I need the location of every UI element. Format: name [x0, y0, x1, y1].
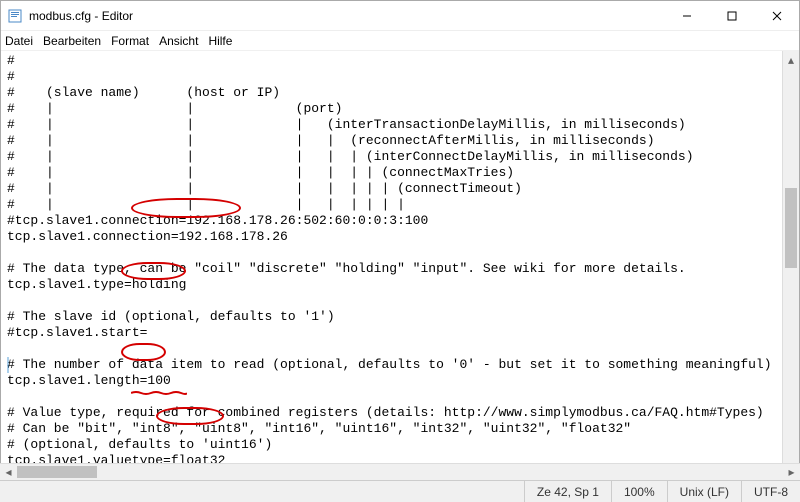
scroll-track[interactable]: [783, 68, 799, 462]
menu-file[interactable]: Datei: [5, 34, 33, 48]
scroll-right-arrow[interactable]: ▸: [783, 464, 800, 480]
window-title: modbus.cfg - Editor: [29, 9, 664, 23]
window-controls: [664, 1, 799, 30]
app-icon: [7, 8, 23, 24]
scroll-up-arrow[interactable]: ▴: [783, 51, 799, 68]
titlebar: modbus.cfg - Editor: [1, 1, 799, 31]
maximize-button[interactable]: [709, 1, 754, 30]
menu-format[interactable]: Format: [111, 34, 149, 48]
status-encoding: UTF-8: [741, 481, 800, 502]
scroll-track[interactable]: [17, 464, 783, 480]
menubar: Datei Bearbeiten Format Ansicht Hilfe: [1, 31, 799, 51]
vertical-scrollbar[interactable]: ▴ ▾: [782, 51, 799, 479]
scroll-thumb[interactable]: [785, 188, 797, 268]
text-content[interactable]: # # # (slave name) (host or IP) # | | (p…: [1, 51, 799, 479]
menu-edit[interactable]: Bearbeiten: [43, 34, 101, 48]
status-lineending: Unix (LF): [667, 481, 741, 502]
scroll-left-arrow[interactable]: ◂: [0, 464, 17, 480]
status-zoom: 100%: [611, 481, 667, 502]
status-position: Ze 42, Sp 1: [524, 481, 611, 502]
menu-help[interactable]: Hilfe: [208, 34, 232, 48]
editor-area[interactable]: # # # (slave name) (host or IP) # | | (p…: [1, 51, 799, 479]
scroll-thumb[interactable]: [17, 466, 97, 478]
minimize-button[interactable]: [664, 1, 709, 30]
menu-view[interactable]: Ansicht: [159, 34, 198, 48]
statusbar: Ze 42, Sp 1 100% Unix (LF) UTF-8: [0, 480, 800, 502]
horizontal-scrollbar[interactable]: ◂ ▸: [0, 463, 800, 480]
close-button[interactable]: [754, 1, 799, 30]
